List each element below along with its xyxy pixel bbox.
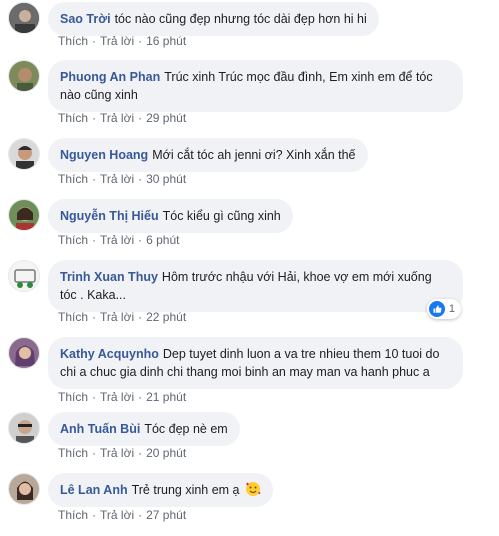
like-link[interactable]: Thích (58, 390, 88, 404)
reply-link[interactable]: Trả lời (100, 390, 134, 404)
avatar[interactable] (8, 260, 40, 292)
comment-bubble: Trinh Xuan Thuy Hôm trước nhậu với Hải, k… (48, 260, 463, 312)
comment-bubble: Lê Lan Anh Trẻ trung xinh em ạ (48, 473, 273, 507)
comment-actions: Thích · Trả lời · 16 phút (58, 34, 187, 48)
reply-link[interactable]: Trả lời (100, 233, 134, 247)
comment-author[interactable]: Nguyen Hoang (60, 148, 148, 162)
comment-actions: Thích · Trả lời · 22 phút (58, 310, 187, 324)
reply-link[interactable]: Trả lời (100, 111, 134, 125)
comment-actions: Thích · Trả lời · 29 phút (58, 111, 187, 125)
like-link[interactable]: Thích (58, 111, 88, 125)
like-link[interactable]: Thích (58, 446, 88, 460)
reaction-count: 1 (448, 303, 455, 315)
comment-author[interactable]: Phuong An Phan (60, 70, 160, 84)
smiling-face-with-hearts-icon (246, 482, 261, 496)
comment-text: Mới cắt tóc ah jenni ơi? Xinh xắn thế (152, 148, 356, 162)
reaction-summary[interactable]: 1 (426, 299, 461, 319)
reply-link[interactable]: Trả lời (100, 446, 134, 460)
timestamp[interactable]: 21 phút (146, 390, 186, 404)
reply-link[interactable]: Trả lời (100, 310, 134, 324)
timestamp[interactable]: 16 phút (146, 34, 186, 48)
comment-bubble: Phuong An Phan Trúc xinh Trúc mọc đầu đìn… (48, 60, 463, 112)
comment-actions: Thích · Trả lời · 30 phút (58, 172, 187, 186)
comment-bubble: Sao Trời tóc nào cũng đẹp nhưng tóc dài đ… (48, 2, 379, 36)
timestamp[interactable]: 30 phút (146, 172, 186, 186)
comment-author[interactable]: Nguyễn Thị Hiếu (60, 209, 159, 223)
like-icon (428, 301, 445, 317)
comment-text: Tóc kiểu gì cũng xinh (162, 209, 281, 223)
comment-bubble: Nguyễn Thị Hiếu Tóc kiểu gì cũng xinh (48, 199, 293, 233)
timestamp[interactable]: 20 phút (146, 446, 186, 460)
comment-bubble: Nguyen Hoang Mới cắt tóc ah jenni ơi? Xin… (48, 138, 368, 172)
comment-text: Trẻ trung xinh em ạ (131, 483, 240, 497)
comment-author[interactable]: Kathy Acquynho (60, 347, 159, 361)
comment-text: tóc nào cũng đẹp nhưng tóc dài đẹp hơn h… (114, 12, 367, 26)
comment-actions: Thích · Trả lời · 21 phút (58, 390, 187, 404)
reply-link[interactable]: Trả lời (100, 34, 134, 48)
comment-author[interactable]: Sao Trời (60, 12, 111, 26)
like-link[interactable]: Thích (58, 508, 88, 522)
reply-link[interactable]: Trả lời (100, 508, 134, 522)
timestamp[interactable]: 22 phút (146, 310, 186, 324)
avatar[interactable] (8, 199, 40, 231)
comment-actions: Thích · Trả lời · 20 phút (58, 446, 187, 460)
avatar[interactable] (8, 2, 40, 34)
comment-actions: Thích · Trả lời · 6 phút (58, 233, 180, 247)
like-link[interactable]: Thích (58, 310, 88, 324)
comment-bubble: Anh Tuấn Bùi Tóc đẹp nè em (48, 412, 240, 446)
avatar[interactable] (8, 60, 40, 92)
comment-bubble: Kathy Acquynho Dep tuyet dinh luon a va t… (48, 337, 463, 389)
avatar[interactable] (8, 138, 40, 170)
timestamp[interactable]: 6 phút (146, 233, 179, 247)
like-link[interactable]: Thích (58, 34, 88, 48)
comment-actions: Thích · Trả lời · 27 phút (58, 508, 187, 522)
avatar[interactable] (8, 412, 40, 444)
like-link[interactable]: Thích (58, 233, 88, 247)
reply-link[interactable]: Trả lời (100, 172, 134, 186)
timestamp[interactable]: 29 phút (146, 111, 186, 125)
avatar[interactable] (8, 473, 40, 505)
timestamp[interactable]: 27 phút (146, 508, 186, 522)
comment-author[interactable]: Anh Tuấn Bùi (60, 422, 140, 436)
comment-text: Tóc đẹp nè em (144, 422, 228, 436)
comment-author[interactable]: Lê Lan Anh (60, 483, 128, 497)
like-link[interactable]: Thích (58, 172, 88, 186)
comment-author[interactable]: Trinh Xuan Thuy (60, 270, 158, 284)
avatar[interactable] (8, 337, 40, 369)
